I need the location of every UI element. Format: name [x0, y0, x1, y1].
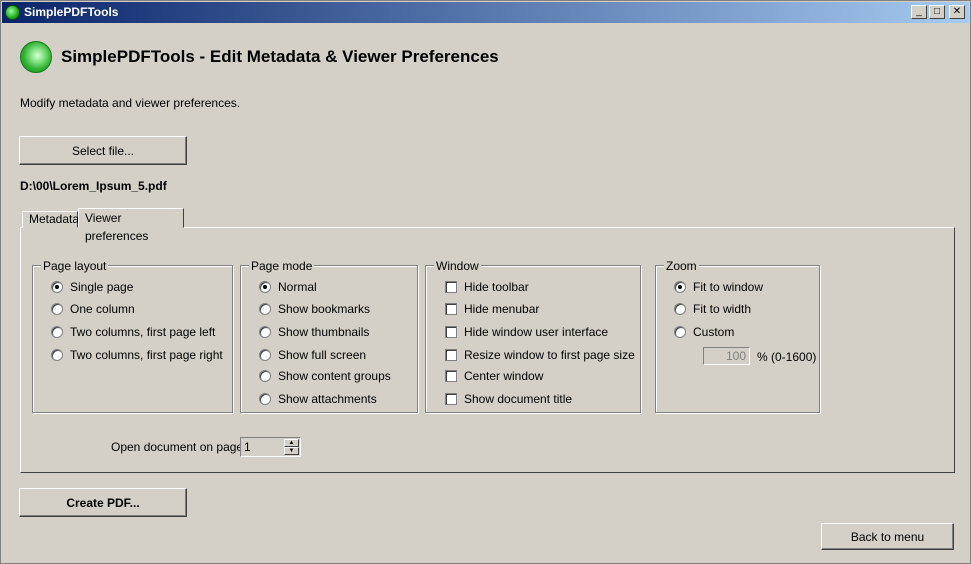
option-label: Fit to width: [693, 302, 752, 316]
zoom-fit-width-option[interactable]: Fit to width: [674, 302, 751, 316]
zoom-fit-window-option[interactable]: Fit to window: [674, 280, 763, 294]
option-label: Show full screen: [278, 348, 367, 362]
zoom-custom-option[interactable]: Custom: [674, 325, 734, 339]
option-label: Hide menubar: [464, 302, 540, 316]
app-icon: [5, 5, 20, 20]
option-label: One column: [70, 302, 135, 316]
option-label: Single page: [70, 280, 134, 294]
radio-icon[interactable]: [51, 349, 63, 361]
layout-two-columns-right-option[interactable]: Two columns, first page right: [51, 348, 223, 362]
mode-content-groups-option[interactable]: Show content groups: [259, 369, 391, 383]
open-page-value[interactable]: 1: [244, 440, 251, 454]
mode-attachments-option[interactable]: Show attachments: [259, 392, 377, 406]
file-path: D:\00\Lorem_Ipsum_5.pdf: [20, 179, 167, 193]
checkbox-icon[interactable]: [445, 303, 457, 315]
window-legend: Window: [434, 259, 481, 273]
radio-icon[interactable]: [259, 370, 271, 382]
hide-menubar-option[interactable]: Hide menubar: [445, 302, 539, 316]
close-button[interactable]: ✕: [949, 5, 965, 19]
open-page-label: Open document on page: [111, 440, 244, 454]
select-file-button[interactable]: Select file...: [19, 136, 187, 165]
option-label: Show thumbnails: [278, 325, 370, 339]
radio-icon[interactable]: [51, 303, 63, 315]
option-label: Hide window user interface: [464, 325, 609, 339]
radio-icon[interactable]: [51, 326, 63, 338]
show-document-title-option[interactable]: Show document title: [445, 392, 572, 406]
mode-thumbnails-option[interactable]: Show thumbnails: [259, 325, 369, 339]
back-to-menu-button[interactable]: Back to menu: [821, 523, 954, 550]
radio-icon[interactable]: [259, 326, 271, 338]
option-label: Resize window to first page size: [464, 348, 635, 362]
checkbox-icon[interactable]: [445, 370, 457, 382]
zoom-unit-label: % (0-1600): [757, 350, 817, 364]
create-pdf-button[interactable]: Create PDF...: [19, 488, 187, 517]
checkbox-icon[interactable]: [445, 326, 457, 338]
spin-down-icon[interactable]: ▼: [284, 447, 299, 455]
resize-window-option[interactable]: Resize window to first page size: [445, 348, 635, 362]
radio-icon[interactable]: [259, 281, 271, 293]
layout-one-column-option[interactable]: One column: [51, 302, 135, 316]
maximize-button[interactable]: □: [929, 5, 945, 19]
spin-up-icon[interactable]: ▲: [284, 439, 299, 447]
option-label: Show content groups: [278, 369, 391, 383]
page-description: Modify metadata and viewer preferences.: [20, 96, 241, 110]
center-window-option[interactable]: Center window: [445, 369, 543, 383]
radio-icon[interactable]: [674, 281, 686, 293]
page-layout-legend: Page layout: [41, 259, 109, 273]
tab-metadata[interactable]: Metadata: [22, 211, 79, 228]
mode-bookmarks-option[interactable]: Show bookmarks: [259, 302, 370, 316]
zoom-legend: Zoom: [664, 259, 699, 273]
open-page-stepper[interactable]: 1 ▲ ▼: [240, 437, 301, 457]
radio-icon[interactable]: [259, 393, 271, 405]
radio-icon[interactable]: [51, 281, 63, 293]
window-title: SimplePDFTools: [24, 5, 119, 19]
checkbox-icon[interactable]: [445, 281, 457, 293]
checkbox-icon[interactable]: [445, 393, 457, 405]
layout-two-columns-left-option[interactable]: Two columns, first page left: [51, 325, 215, 339]
checkbox-icon[interactable]: [445, 349, 457, 361]
layout-single-page-option[interactable]: Single page: [51, 280, 133, 294]
radio-icon[interactable]: [674, 326, 686, 338]
hide-window-ui-option[interactable]: Hide window user interface: [445, 325, 608, 339]
option-label: Show bookmarks: [278, 302, 371, 316]
minimize-button[interactable]: _: [911, 5, 927, 19]
option-label: Two columns, first page left: [70, 325, 216, 339]
zoom-custom-input[interactable]: 100: [703, 347, 750, 365]
tab-viewer-preferences[interactable]: Viewer preferences: [78, 208, 184, 243]
option-label: Show attachments: [278, 392, 377, 406]
radio-icon[interactable]: [259, 303, 271, 315]
page-mode-legend: Page mode: [249, 259, 315, 273]
mode-full-screen-option[interactable]: Show full screen: [259, 348, 366, 362]
page-title: SimplePDFTools - Edit Metadata & Viewer …: [61, 47, 499, 66]
option-label: Custom: [693, 325, 735, 339]
option-label: Hide toolbar: [464, 280, 529, 294]
option-label: Normal: [278, 280, 317, 294]
app-window: SimplePDFTools _ □ ✕ SimplePDFTools - Ed…: [0, 0, 971, 564]
option-label: Show document title: [464, 392, 573, 406]
hide-toolbar-option[interactable]: Hide toolbar: [445, 280, 529, 294]
option-label: Center window: [464, 369, 544, 383]
app-logo-icon: [20, 41, 52, 73]
radio-icon[interactable]: [259, 349, 271, 361]
option-label: Fit to window: [693, 280, 764, 294]
title-bar[interactable]: SimplePDFTools _ □ ✕: [2, 2, 969, 23]
mode-normal-option[interactable]: Normal: [259, 280, 317, 294]
option-label: Two columns, first page right: [70, 348, 223, 362]
radio-icon[interactable]: [674, 303, 686, 315]
